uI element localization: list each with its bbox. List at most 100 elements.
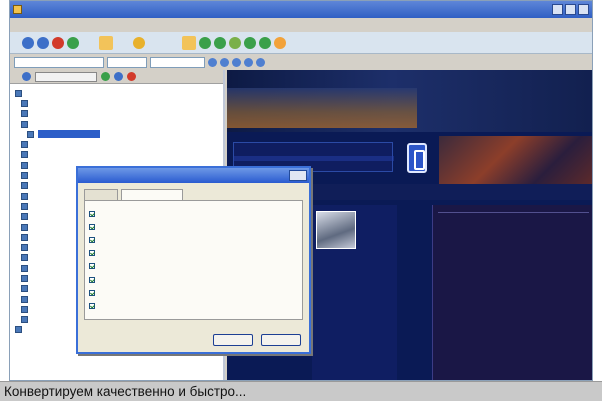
tool-icon[interactable] xyxy=(127,72,136,81)
cancel-button[interactable] xyxy=(261,334,301,346)
app-icon xyxy=(13,5,22,14)
tree-item[interactable] xyxy=(13,88,223,98)
folder-icon xyxy=(21,254,28,262)
nav-icon[interactable] xyxy=(220,57,229,67)
figure-caption: Конвертируем качественно и быстро... xyxy=(0,381,602,401)
dialog-title xyxy=(78,168,309,183)
tool-icon[interactable] xyxy=(259,36,271,49)
checkbox[interactable] xyxy=(89,210,95,217)
stop-icon[interactable] xyxy=(52,36,64,49)
checkbox[interactable] xyxy=(89,302,95,309)
nav-icon[interactable] xyxy=(232,57,241,67)
folder-icon xyxy=(21,223,28,231)
toolbar-button[interactable] xyxy=(99,35,113,50)
checkbox[interactable] xyxy=(89,250,95,257)
forward-icon[interactable] xyxy=(37,36,49,49)
up-icon[interactable] xyxy=(22,72,31,81)
nav-icon[interactable] xyxy=(256,57,265,67)
browser-badge-icon[interactable] xyxy=(407,143,427,173)
tool-icon[interactable] xyxy=(244,36,256,49)
address-input[interactable] xyxy=(14,56,104,68)
folder-icon xyxy=(21,285,28,293)
ok-button[interactable] xyxy=(213,334,253,346)
nav-icon[interactable] xyxy=(208,57,217,67)
folder-icon xyxy=(15,326,22,334)
site-menu-column xyxy=(312,205,397,380)
tool-icon[interactable] xyxy=(114,72,123,81)
option-row[interactable] xyxy=(89,207,298,220)
tool-icon[interactable] xyxy=(101,72,110,81)
news-heading xyxy=(438,212,589,215)
tree-item[interactable] xyxy=(13,98,223,108)
site-nav xyxy=(312,184,592,200)
folder-icon xyxy=(21,316,28,324)
next-icon[interactable] xyxy=(214,36,226,49)
article-figure: Конвертируем качественно и быстро... xyxy=(0,0,602,401)
folder-icon xyxy=(21,141,28,149)
toolbar-button[interactable] xyxy=(182,35,196,50)
tree-item-selected[interactable] xyxy=(13,129,223,139)
banner-image xyxy=(227,88,417,128)
dialog-tab[interactable] xyxy=(84,189,118,200)
folder-icon xyxy=(21,151,28,159)
checkbox[interactable] xyxy=(89,236,95,243)
dialog-buttons xyxy=(213,334,301,346)
folder-icon xyxy=(21,274,28,282)
address-toolbar xyxy=(10,54,592,70)
favorites-icon[interactable] xyxy=(133,36,145,49)
checkbox[interactable] xyxy=(89,263,95,270)
tree-item[interactable] xyxy=(13,109,223,119)
checkbox[interactable] xyxy=(89,289,95,296)
back-icon[interactable] xyxy=(22,36,34,49)
logo-stripe xyxy=(234,156,394,161)
folder-icon xyxy=(21,213,28,221)
combo-box[interactable] xyxy=(150,56,205,68)
main-toolbar xyxy=(10,32,592,54)
option-row[interactable] xyxy=(89,220,298,233)
combo-box[interactable] xyxy=(107,56,147,68)
map-graphic xyxy=(439,136,592,184)
checkbox[interactable] xyxy=(89,223,95,230)
window-controls xyxy=(552,4,589,15)
option-row[interactable] xyxy=(89,273,298,286)
folder-icon xyxy=(21,233,28,241)
dialog-options-panel xyxy=(84,200,303,320)
go-icon[interactable] xyxy=(199,36,211,49)
option-row[interactable] xyxy=(89,233,298,246)
dialog-close-button[interactable] xyxy=(289,170,307,181)
folder-icon xyxy=(21,202,28,210)
folder-icon xyxy=(21,172,28,180)
tree-item[interactable] xyxy=(13,139,223,149)
page-banner xyxy=(227,70,592,132)
tree-item[interactable] xyxy=(13,119,223,129)
folder-icon xyxy=(21,161,28,169)
toolbar-button[interactable] xyxy=(116,36,130,50)
maximize-icon[interactable] xyxy=(565,4,576,15)
refresh-icon[interactable] xyxy=(67,36,79,49)
option-row[interactable] xyxy=(89,299,298,312)
toolbar-button[interactable] xyxy=(148,36,162,50)
menubar xyxy=(10,18,592,32)
tree-item[interactable] xyxy=(13,150,223,160)
toolbar-button[interactable] xyxy=(165,36,179,50)
minimize-icon[interactable] xyxy=(552,4,563,15)
toolbar-button[interactable] xyxy=(82,36,96,50)
screenshot xyxy=(9,0,593,381)
option-row[interactable] xyxy=(89,286,298,299)
tree-selector[interactable] xyxy=(35,71,97,82)
folder-icon xyxy=(21,192,28,200)
nav-icon[interactable] xyxy=(244,57,253,67)
folder-icon xyxy=(21,182,28,190)
option-row[interactable] xyxy=(89,260,298,273)
news-column xyxy=(432,205,592,380)
tool-icon[interactable] xyxy=(274,36,286,49)
folder-icon xyxy=(27,130,34,138)
dialog-tab-active[interactable] xyxy=(121,189,183,200)
window-titlebar xyxy=(10,1,592,18)
folder-icon xyxy=(21,264,28,272)
close-icon[interactable] xyxy=(578,4,589,15)
option-row[interactable] xyxy=(89,247,298,260)
tool-icon[interactable] xyxy=(229,36,241,49)
folder-icon xyxy=(21,295,28,303)
checkbox[interactable] xyxy=(89,276,95,283)
